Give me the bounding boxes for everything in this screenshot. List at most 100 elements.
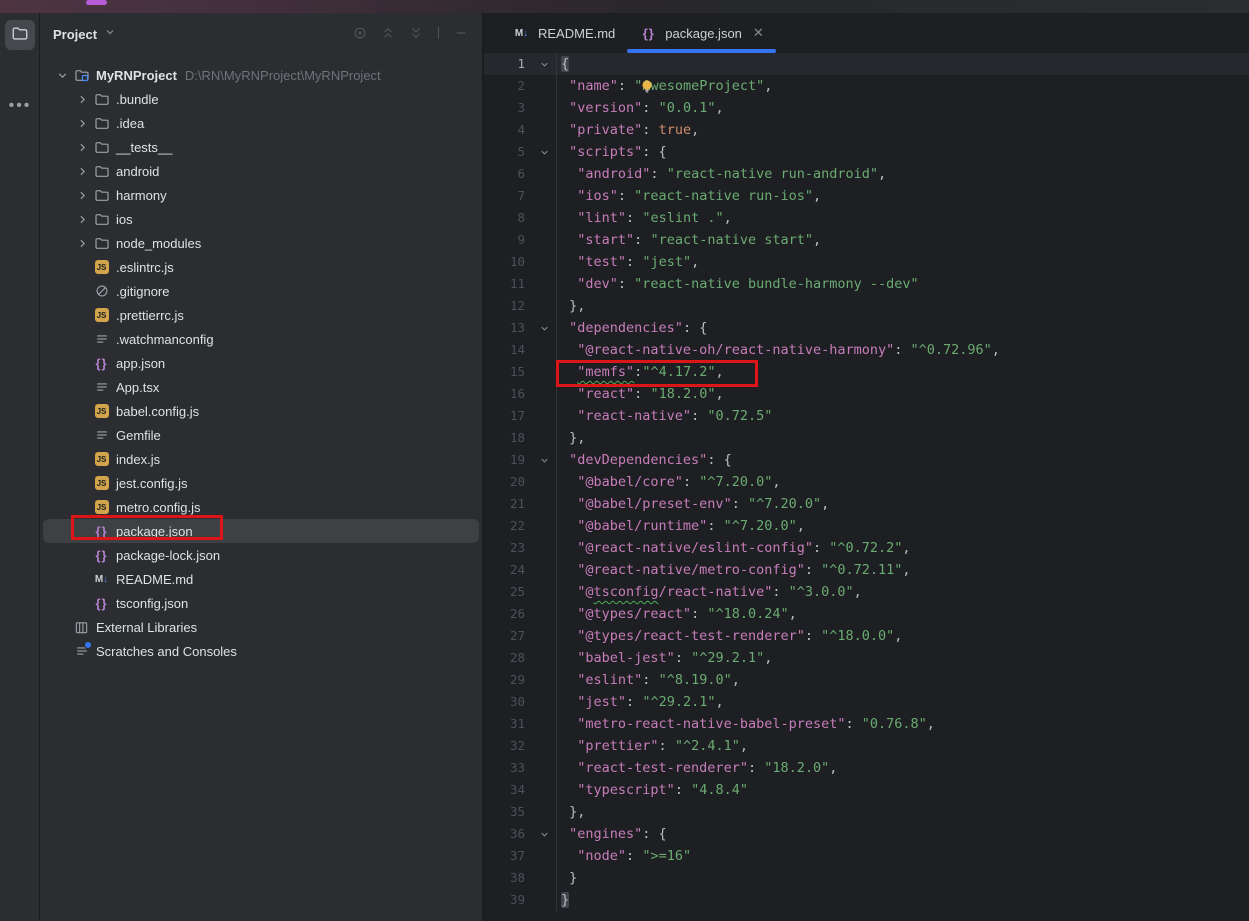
code-text[interactable]: }, <box>556 295 1249 317</box>
tree-item-scratches-and-consoles[interactable]: Scratches and Consoles <box>43 639 479 663</box>
code-text[interactable]: "@react-native-oh/react-native-harmony":… <box>556 339 1249 361</box>
code-line-10: 10 "test": "jest", <box>484 251 1249 273</box>
project-tool-button[interactable] <box>5 20 35 50</box>
code-text[interactable]: "dependencies": { <box>556 317 1249 339</box>
hide-panel-icon[interactable] <box>454 26 468 45</box>
code-text[interactable]: } <box>556 867 1249 889</box>
tree-item-app-json[interactable]: {}app.json <box>43 351 479 375</box>
tree-item-eslintrc-js[interactable]: JS.eslintrc.js <box>43 255 479 279</box>
code-text[interactable]: "@babel/runtime": "^7.20.0", <box>556 515 1249 537</box>
tree-item-tests[interactable]: __tests__ <box>43 135 479 159</box>
code-text[interactable]: "metro-react-native-babel-preset": "0.76… <box>556 713 1249 735</box>
intention-bulb-icon[interactable] <box>640 79 654 94</box>
chevron-down-icon[interactable] <box>52 69 72 82</box>
code-text[interactable]: "private": true, <box>556 119 1249 141</box>
code-text[interactable]: "@react-native/eslint-config": "^0.72.2"… <box>556 537 1249 559</box>
tree-item-prettierrc-js[interactable]: JS.prettierrc.js <box>43 303 479 327</box>
code-text[interactable]: "eslint": "^8.19.0", <box>556 669 1249 691</box>
code-text[interactable]: "node": ">=16" <box>556 845 1249 867</box>
tree-item-android[interactable]: android <box>43 159 479 183</box>
tree-item-gitignore[interactable]: .gitignore <box>43 279 479 303</box>
fold-chevron-icon[interactable] <box>532 53 556 75</box>
code-text[interactable]: "@types/react": "^18.0.24", <box>556 603 1249 625</box>
panel-title[interactable]: Project <box>53 27 97 42</box>
close-tab-icon[interactable]: ✕ <box>753 25 764 41</box>
fold-chevron-icon[interactable] <box>532 141 556 163</box>
tree-item-idea[interactable]: .idea <box>43 111 479 135</box>
line-number: 24 <box>484 559 532 581</box>
chevron-right-icon[interactable] <box>72 189 92 202</box>
chevron-right-icon[interactable] <box>72 165 92 178</box>
fold-chevron-icon[interactable] <box>532 823 556 845</box>
code-text[interactable]: "android": "react-native run-android", <box>556 163 1249 185</box>
code-text[interactable]: "memfs":"^4.17.2", <box>556 361 1249 383</box>
folder-icon <box>92 91 111 108</box>
chevron-down-icon[interactable] <box>104 25 116 43</box>
fold-chevron-icon[interactable] <box>532 449 556 471</box>
tree-item-babel-config-js[interactable]: JSbabel.config.js <box>43 399 479 423</box>
tree-item-package-json[interactable]: {}package.json <box>43 519 479 543</box>
more-tool-windows-button[interactable]: ••• <box>5 91 35 121</box>
code-text[interactable]: "babel-jest": "^29.2.1", <box>556 647 1249 669</box>
tree-item-metro-config-js[interactable]: JSmetro.config.js <box>43 495 479 519</box>
code-text[interactable]: } <box>556 889 1249 911</box>
code-text[interactable]: "scripts": { <box>556 141 1249 163</box>
code-text[interactable]: "dev": "react-native bundle-harmony --de… <box>556 273 1249 295</box>
code-editor[interactable]: 1{2 "name": "AwesomeProject",3 "version"… <box>484 53 1249 911</box>
code-line-5: 5 "scripts": { <box>484 141 1249 163</box>
code-text[interactable]: "@react-native/metro-config": "^0.72.11"… <box>556 559 1249 581</box>
tree-item-gemfile[interactable]: Gemfile <box>43 423 479 447</box>
code-text[interactable]: "jest": "^29.2.1", <box>556 691 1249 713</box>
line-number: 30 <box>484 691 532 713</box>
locate-file-icon[interactable] <box>353 26 367 45</box>
code-text[interactable]: "typescript": "4.8.4" <box>556 779 1249 801</box>
code-text[interactable]: "ios": "react-native run-ios", <box>556 185 1249 207</box>
tree-item-watchmanconfig[interactable]: .watchmanconfig <box>43 327 479 351</box>
tree-item-tsconfig-json[interactable]: {}tsconfig.json <box>43 591 479 615</box>
tab-package-json[interactable]: {}package.json✕ <box>627 13 776 53</box>
code-text[interactable]: "lint": "eslint .", <box>556 207 1249 229</box>
ignored-file-icon <box>92 283 111 300</box>
tree-item-ios[interactable]: ios <box>43 207 479 231</box>
tree-item-readme-md[interactable]: M↓README.md <box>43 567 479 591</box>
code-text[interactable]: "@types/react-test-renderer": "^18.0.0", <box>556 625 1249 647</box>
code-text[interactable]: "version": "0.0.1", <box>556 97 1249 119</box>
code-text[interactable]: "react": "18.2.0", <box>556 383 1249 405</box>
tree-item-myrnproject[interactable]: MyRNProjectD:\RN\MyRNProject\MyRNProject <box>43 63 479 87</box>
code-text[interactable]: "react-native": "0.72.5" <box>556 405 1249 427</box>
fold-spacer <box>532 471 556 493</box>
expand-all-icon[interactable] <box>381 26 395 45</box>
tree-item-app-tsx[interactable]: App.tsx <box>43 375 479 399</box>
code-text[interactable]: "@tsconfig/react-native": "^3.0.0", <box>556 581 1249 603</box>
chevron-right-icon[interactable] <box>72 117 92 130</box>
fold-chevron-icon[interactable] <box>532 317 556 339</box>
tree-item-external-libraries[interactable]: External Libraries <box>43 615 479 639</box>
tree-item-package-lock-json[interactable]: {}package-lock.json <box>43 543 479 567</box>
fold-spacer <box>532 581 556 603</box>
tree-item-node-modules[interactable]: node_modules <box>43 231 479 255</box>
tree-item-bundle[interactable]: .bundle <box>43 87 479 111</box>
collapse-all-icon[interactable] <box>409 26 423 45</box>
code-text[interactable]: }, <box>556 801 1249 823</box>
code-text[interactable]: "test": "jest", <box>556 251 1249 273</box>
tree-item-jest-config-js[interactable]: JSjest.config.js <box>43 471 479 495</box>
chevron-right-icon[interactable] <box>72 237 92 250</box>
chevron-right-icon[interactable] <box>72 93 92 106</box>
code-text[interactable]: "react-test-renderer": "18.2.0", <box>556 757 1249 779</box>
chevron-right-icon[interactable] <box>72 213 92 226</box>
line-number: 27 <box>484 625 532 647</box>
code-text[interactable]: { <box>556 53 1249 75</box>
code-text[interactable]: "devDependencies": { <box>556 449 1249 471</box>
code-text[interactable]: "@babel/core": "^7.20.0", <box>556 471 1249 493</box>
code-text[interactable]: "prettier": "^2.4.1", <box>556 735 1249 757</box>
tree-item-index-js[interactable]: JSindex.js <box>43 447 479 471</box>
code-text[interactable]: }, <box>556 427 1249 449</box>
code-text[interactable]: "name": "AwesomeProject", <box>556 75 1249 97</box>
code-text[interactable]: "@babel/preset-env": "^7.20.0", <box>556 493 1249 515</box>
code-text[interactable]: "start": "react-native start", <box>556 229 1249 251</box>
tab-readme-md[interactable]: M↓README.md <box>500 13 627 53</box>
code-text[interactable]: "engines": { <box>556 823 1249 845</box>
code-line-24: 24 "@react-native/metro-config": "^0.72.… <box>484 559 1249 581</box>
chevron-right-icon[interactable] <box>72 141 92 154</box>
tree-item-harmony[interactable]: harmony <box>43 183 479 207</box>
